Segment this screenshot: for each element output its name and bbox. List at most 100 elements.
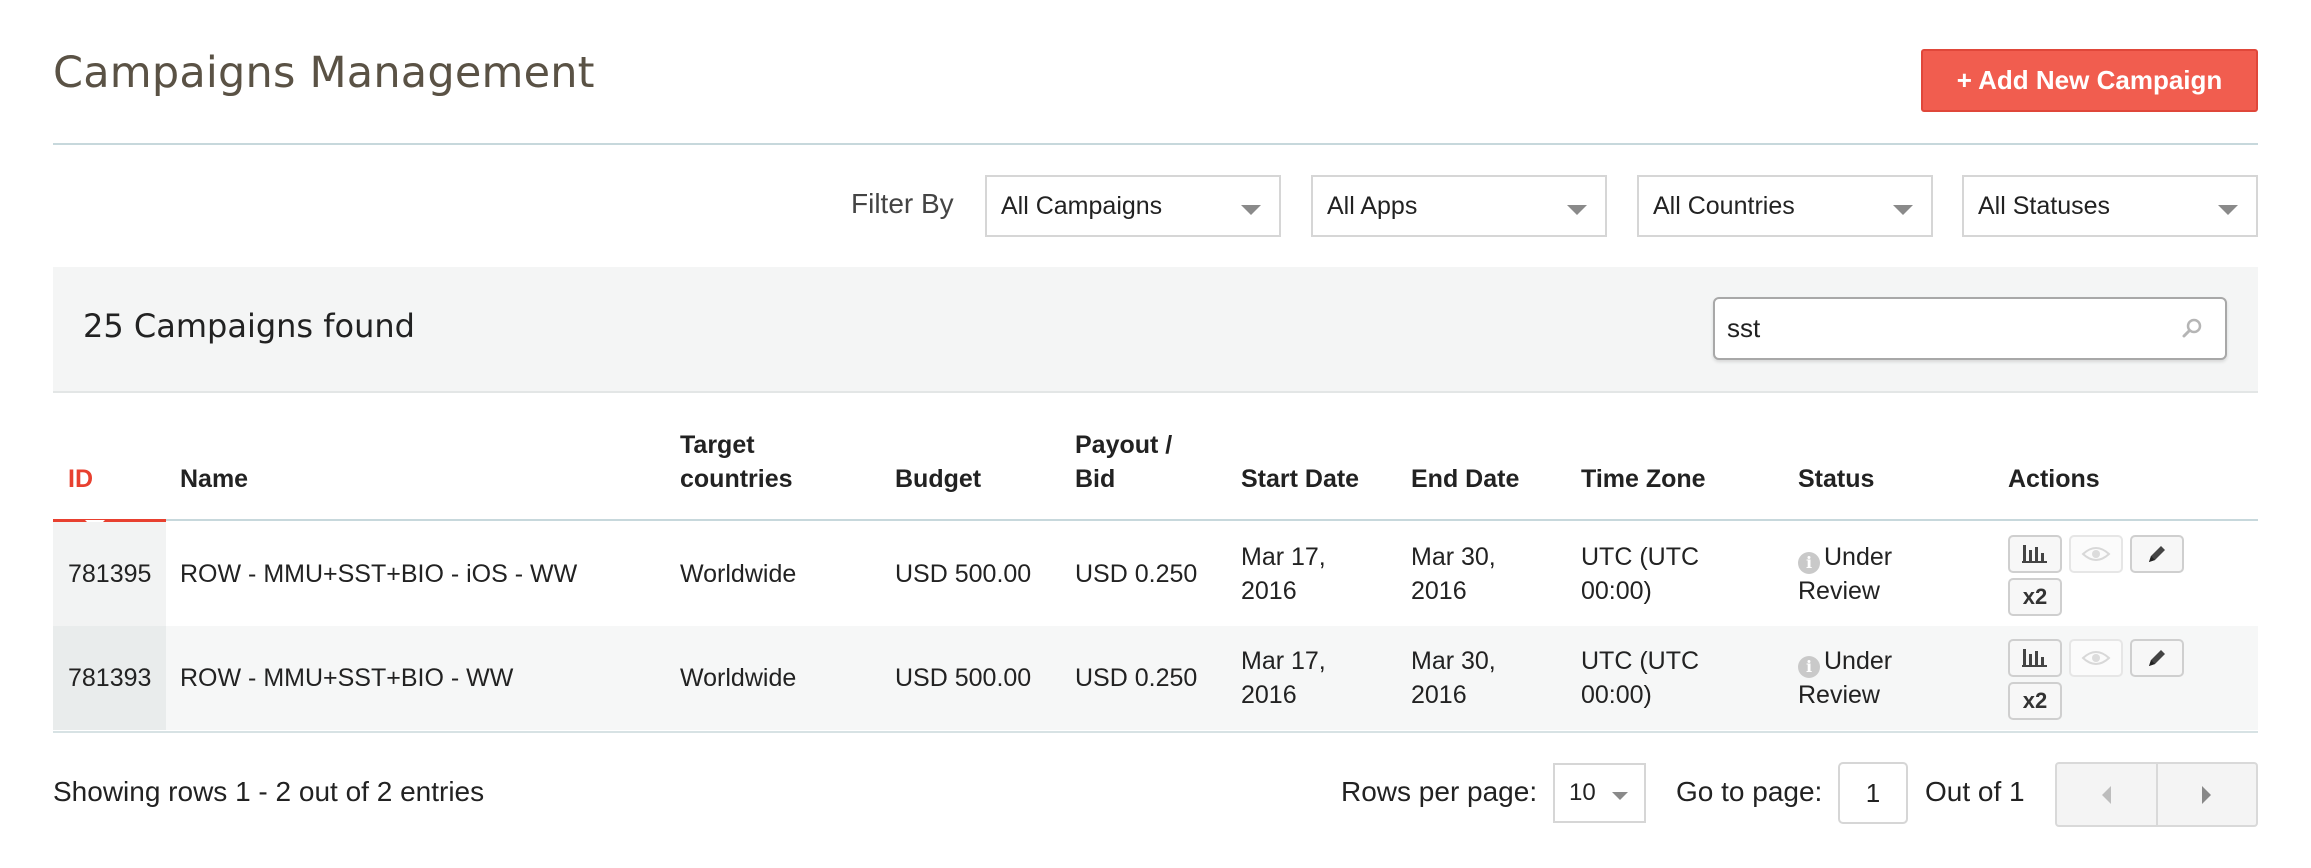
rows-per-page-value: 10 <box>1569 779 1596 806</box>
cell-start-date: Mar 17, 2016 <box>1241 644 1326 712</box>
cell-time-zone: UTC (UTC 00:00) <box>1581 644 1699 712</box>
pencil-icon <box>2149 546 2165 562</box>
country-filter-select[interactable]: All Countries <box>1637 175 1933 237</box>
status-filter-value: All Statuses <box>1978 191 2111 220</box>
app-filter-value: All Apps <box>1327 191 1418 220</box>
duplicate-button[interactable]: x2 <box>2008 578 2062 616</box>
go-to-page-input[interactable] <box>1838 762 1908 824</box>
chevron-down-icon <box>1567 205 1587 215</box>
cell-start-line2: 2016 <box>1241 577 1297 605</box>
search-input[interactable] <box>1713 297 2227 360</box>
cell-end-line1: Mar 30, <box>1411 543 1496 571</box>
edit-button[interactable] <box>2130 535 2184 573</box>
page-title: Campaigns Management <box>53 48 595 98</box>
column-header-payout-bid[interactable]: Payout / Bid <box>1075 428 1172 496</box>
cell-end-line1: Mar 30, <box>1411 647 1496 675</box>
cell-budget: USD 500.00 <box>895 664 1032 692</box>
next-page-button[interactable] <box>2155 764 2257 825</box>
cell-tz-line2: 00:00) <box>1581 577 1652 605</box>
cell-status-line2: Review <box>1798 577 1880 605</box>
cell-status-line1: Under <box>1824 543 1893 571</box>
rows-per-page-select[interactable]: 10 <box>1553 763 1646 823</box>
cell-status-line1: Under <box>1824 647 1893 675</box>
column-header-target-line1: Target <box>680 431 755 459</box>
header-divider <box>53 143 2258 145</box>
cell-start-date: Mar 17, 2016 <box>1241 540 1326 608</box>
campaigns-page: Campaigns Management + Add New Campaign … <box>0 0 2311 868</box>
cell-id: 781393 <box>68 664 152 692</box>
table-row[interactable]: 781395 ROW - MMU+SST+BIO - iOS - WW Worl… <box>53 522 2258 626</box>
cell-time-zone: UTC (UTC 00:00) <box>1581 540 1699 608</box>
column-header-actions: Actions <box>2008 465 2100 493</box>
column-header-end-date[interactable]: End Date <box>1411 462 1519 496</box>
table-row[interactable]: 781393 ROW - MMU+SST+BIO - WW Worldwide … <box>53 626 2258 730</box>
chevron-left-icon <box>2102 785 2112 804</box>
column-header-time-zone[interactable]: Time Zone <box>1581 462 1706 496</box>
chevron-down-icon <box>1241 205 1261 215</box>
go-to-page-label: Go to page: <box>1676 776 1823 807</box>
cell-end-line2: 2016 <box>1411 681 1467 709</box>
cell-tz-line1: UTC (UTC <box>1581 647 1700 675</box>
pagination-controls <box>2055 762 2258 827</box>
app-filter-select[interactable]: All Apps <box>1311 175 1607 237</box>
column-header-id[interactable]: ID <box>68 462 93 496</box>
column-header-target-line2: countries <box>680 465 793 493</box>
previous-page-button[interactable] <box>2057 764 2156 825</box>
info-icon[interactable]: i <box>1798 552 1820 574</box>
bar-chart-icon <box>2022 649 2047 667</box>
bar-chart-icon <box>2022 545 2047 563</box>
cell-tz-line1: UTC (UTC <box>1581 543 1700 571</box>
column-header-target-countries[interactable]: Target countries <box>680 428 793 496</box>
column-header-start-date[interactable]: Start Date <box>1241 462 1359 496</box>
stats-button[interactable] <box>2008 535 2062 573</box>
column-header-status[interactable]: Status <box>1798 462 1874 496</box>
cell-target: Worldwide <box>680 560 797 588</box>
table-bottom-divider <box>53 731 2258 733</box>
cell-payout: USD 0.250 <box>1075 560 1198 588</box>
stats-button[interactable] <box>2008 639 2062 677</box>
eye-icon <box>2081 547 2111 561</box>
cell-status-line2: Review <box>1798 681 1880 709</box>
add-new-campaign-button[interactable]: + Add New Campaign <box>1921 49 2258 112</box>
chevron-down-icon <box>2218 205 2238 215</box>
chevron-down-icon <box>1893 205 1913 215</box>
column-header-budget[interactable]: Budget <box>895 462 981 496</box>
search-icon[interactable] <box>2180 317 2204 341</box>
status-filter-select[interactable]: All Statuses <box>1962 175 2258 237</box>
cell-payout: USD 0.250 <box>1075 664 1198 692</box>
info-icon[interactable]: i <box>1798 656 1820 678</box>
column-header-name[interactable]: Name <box>180 462 248 496</box>
cell-start-line1: Mar 17, <box>1241 543 1326 571</box>
eye-icon <box>2081 651 2111 665</box>
country-filter-value: All Countries <box>1653 191 1795 220</box>
table-header: ID Name Target countries Budget Payout /… <box>53 393 2258 533</box>
results-count: 25 Campaigns found <box>83 307 415 345</box>
view-button[interactable] <box>2069 535 2123 573</box>
cell-start-line2: 2016 <box>1241 681 1297 709</box>
column-header-payout-line1: Payout / <box>1075 431 1173 459</box>
rows-per-page-label: Rows per page: <box>1341 776 1538 807</box>
cell-name[interactable]: ROW - MMU+SST+BIO - iOS - WW <box>180 557 577 591</box>
view-button[interactable] <box>2069 639 2123 677</box>
pencil-icon <box>2149 650 2165 666</box>
cell-status: i Under Review <box>1798 644 1892 712</box>
cell-tz-line2: 00:00) <box>1581 681 1652 709</box>
filter-by-label: Filter By <box>851 188 954 219</box>
cell-status: i Under Review <box>1798 540 1892 608</box>
chevron-right-icon <box>2201 785 2211 804</box>
showing-rows-text: Showing rows 1 - 2 out of 2 entries <box>53 776 485 807</box>
cell-target: Worldwide <box>680 664 797 692</box>
column-header-payout-line2: Bid <box>1075 465 1116 493</box>
cell-end-line2: 2016 <box>1411 577 1467 605</box>
chevron-down-icon <box>1612 792 1628 800</box>
edit-button[interactable] <box>2130 639 2184 677</box>
campaign-filter-select[interactable]: All Campaigns <box>985 175 1281 237</box>
cell-end-date: Mar 30, 2016 <box>1411 644 1496 712</box>
campaign-filter-value: All Campaigns <box>1001 191 1163 220</box>
cell-name[interactable]: ROW - MMU+SST+BIO - WW <box>180 661 513 695</box>
cell-end-date: Mar 30, 2016 <box>1411 540 1496 608</box>
duplicate-button[interactable]: x2 <box>2008 682 2062 720</box>
cell-id: 781395 <box>68 560 152 588</box>
cell-start-line1: Mar 17, <box>1241 647 1326 675</box>
cell-budget: USD 500.00 <box>895 560 1032 588</box>
